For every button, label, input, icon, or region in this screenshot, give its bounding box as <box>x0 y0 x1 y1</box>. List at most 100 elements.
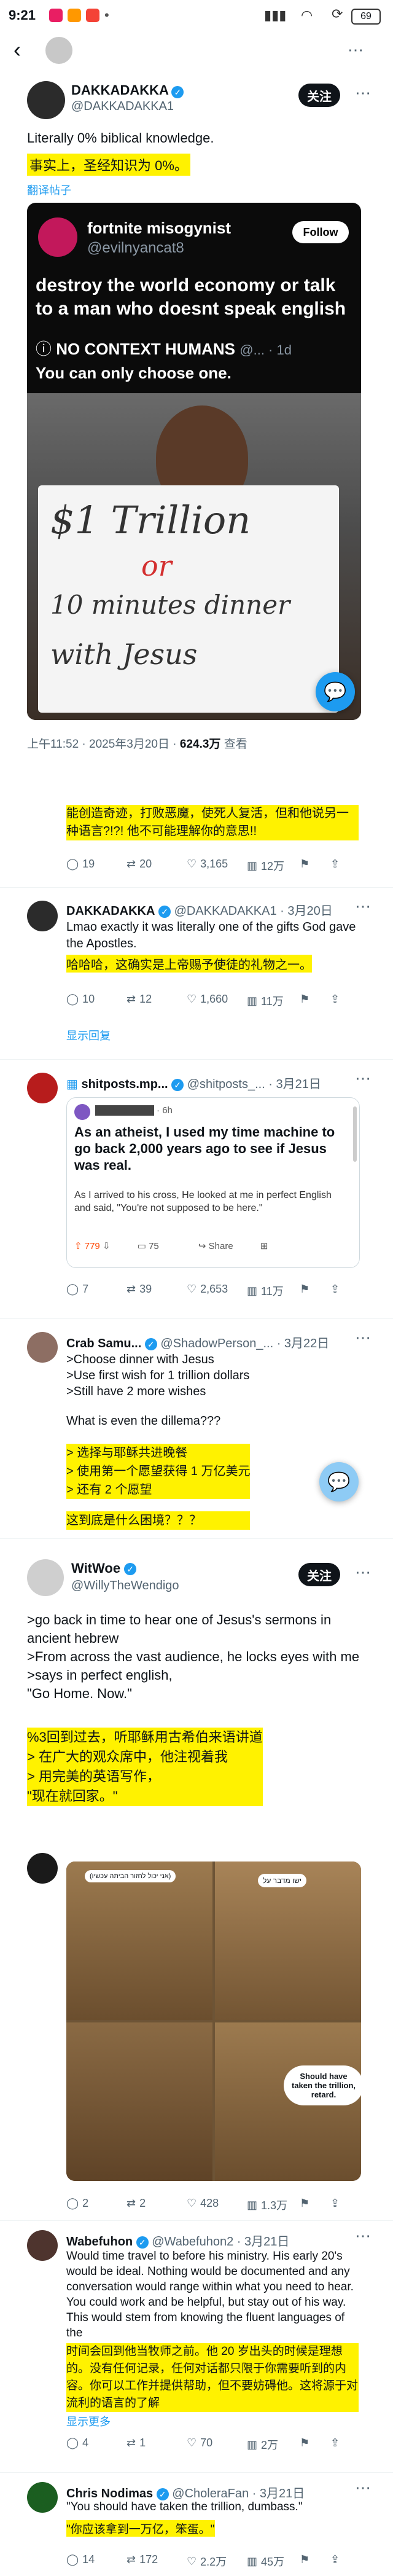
author-name[interactable]: DAKKADAKKA <box>71 82 169 98</box>
bookmark-icon[interactable]: ⚑ <box>300 2437 309 2449</box>
like-button[interactable]: ♡ 70 <box>187 2437 212 2449</box>
card-avatar <box>74 1104 90 1120</box>
share-icon[interactable]: ⇪ <box>330 2437 340 2449</box>
avatar[interactable] <box>27 1332 58 1363</box>
bookmark-icon[interactable]: ⚑ <box>300 2553 309 2566</box>
repost-button[interactable]: ⇄ 172 <box>126 2553 158 2566</box>
reply-button[interactable]: ◯ 2 <box>66 2197 88 2210</box>
share-icon[interactable]: ⇪ <box>330 2197 340 2210</box>
reply-text: "You should have taken the trillion, dum… <box>66 2500 303 2513</box>
reply-more-icon[interactable]: ⋯ <box>355 2478 372 2497</box>
repost-button[interactable]: ⇄ 20 <box>126 858 152 871</box>
heart-icon: ♡ <box>187 858 197 870</box>
text-line: >Still have 2 more wishes <box>66 1385 206 1398</box>
views-button[interactable]: ▥ 45万 <box>247 2553 284 2569</box>
reply-name[interactable]: Chris Nodimas <box>66 2487 153 2500</box>
repost-button[interactable]: ⇄ 39 <box>126 1283 152 1296</box>
embedded-quote-row: ⓘ NO CONTEXT HUMANS @... · 1d <box>36 337 292 359</box>
like-button[interactable]: ♡ 428 <box>187 2197 219 2210</box>
reply-header: DAKKADAKKA ✓ @DAKKADAKKA1 · 3月20日 <box>66 901 333 918</box>
views-button[interactable]: ▥ 11万 <box>247 1283 284 1299</box>
author-handle[interactable]: @DAKKADAKKA1 <box>71 100 174 114</box>
reply-button[interactable]: ◯ 7 <box>66 1283 88 1296</box>
reply-name[interactable]: shitposts.mp... <box>81 1078 168 1091</box>
show-replies-link[interactable]: 显示回复 <box>66 1027 111 1043</box>
comic-panel-4: Should have taken the trillion, retard. <box>215 2022 361 2181</box>
reply-more-icon[interactable]: ⋯ <box>355 897 372 916</box>
avatar[interactable] <box>27 2230 58 2261</box>
author-avatar[interactable] <box>27 81 65 119</box>
reply-button[interactable]: ◯ 4 <box>66 2437 88 2449</box>
reply-more-icon[interactable]: ⋯ <box>355 2226 372 2245</box>
reply-name[interactable]: Crab Samu... <box>66 1337 141 1350</box>
repost-button[interactable]: ⇄ 12 <box>126 993 152 1006</box>
card-source-row: ScienceHorror · 6h <box>95 1105 173 1116</box>
reply-name[interactable]: Wabefuhon <box>66 2235 133 2249</box>
embedded-follow-button: Follow <box>292 221 349 243</box>
like-button[interactable]: ♡ 3,165 <box>187 858 228 871</box>
status-bar: 9:21 • ▮▮▮ ◠ ⟳ 69 <box>0 0 393 32</box>
reply-name[interactable]: DAKKADAKKA <box>66 904 155 918</box>
comic-image[interactable]: (אני יכול לחזור הביתה עכשיו) ישו מדבר על… <box>66 1862 361 2181</box>
reply-more-icon[interactable]: ⋯ <box>355 1069 372 1088</box>
board-line-3: 10 minutes dinner <box>50 590 290 620</box>
verified-badge-icon: ✓ <box>144 1337 157 1350</box>
like-button[interactable]: ♡ 1,660 <box>187 993 228 1006</box>
avatar[interactable] <box>27 1559 64 1596</box>
views-button[interactable]: ▥ 12万 <box>247 858 284 874</box>
like-count: 428 <box>200 2197 219 2209</box>
follow-button[interactable]: 关注 <box>298 84 340 107</box>
like-button[interactable]: ♡ 2,653 <box>187 1283 228 1296</box>
repost-count: 1 <box>139 2437 146 2449</box>
bookmark-icon[interactable]: ⚑ <box>300 1283 309 1296</box>
share-icon[interactable]: ⇪ <box>330 858 340 871</box>
back-arrow-icon[interactable]: ‹ <box>14 37 21 63</box>
like-count: 2.2万 <box>200 2556 227 2568</box>
views-button[interactable]: ▥ 2万 <box>247 2437 278 2453</box>
reply-count: 14 <box>82 2553 95 2566</box>
share-icon[interactable]: ⇪ <box>330 1283 340 1296</box>
tweet-views: 624.3万 <box>179 738 221 751</box>
chat-fab-icon[interactable]: 💬 <box>316 672 355 711</box>
bookmark-icon[interactable]: ⚑ <box>300 2197 309 2210</box>
chat-fab-icon[interactable]: 💬 <box>319 1462 359 1501</box>
signal-icon: ▮▮▮ <box>264 7 287 23</box>
repost-count: 39 <box>139 1283 152 1295</box>
avatar[interactable] <box>27 901 58 931</box>
share-icon[interactable]: ⇪ <box>330 2553 340 2566</box>
board-line-4: with Jesus <box>50 638 198 671</box>
text-line: >says in perfect english, <box>27 1667 173 1683</box>
repost-button[interactable]: ⇄ 1 <box>126 2437 146 2449</box>
reply-more-icon[interactable]: ⋯ <box>355 1563 372 1582</box>
views-button[interactable]: ▥ 11万 <box>247 993 284 1009</box>
tweet-more-icon[interactable]: ⋯ <box>355 84 372 103</box>
views-button[interactable]: ▥ 1.3万 <box>247 2197 287 2213</box>
reply-header: Chris Nodimas ✓ @CholeraFan · 3月21日 <box>66 2483 305 2501</box>
tweet-media[interactable]: fortnite misogynist @evilnyancat8 Follow… <box>27 203 361 720</box>
header-avatar[interactable] <box>45 37 72 64</box>
heart-icon: ♡ <box>187 2437 197 2449</box>
avatar[interactable] <box>27 1073 58 1103</box>
share-arrow-icon: ↪ <box>198 1241 206 1251</box>
repost-count: 2 <box>139 2197 146 2209</box>
avatar[interactable] <box>27 1853 58 1884</box>
avatar[interactable] <box>27 2482 58 2513</box>
tweet-views-suffix: 查看 <box>220 738 247 751</box>
reply-more-icon[interactable]: ⋯ <box>355 1328 372 1347</box>
reply-button[interactable]: ◯ 14 <box>66 2553 95 2566</box>
like-button[interactable]: ♡ 2.2万 <box>187 2553 227 2569</box>
repost-button[interactable]: ⇄ 2 <box>126 2197 146 2210</box>
follow-button[interactable]: 关注 <box>298 1563 340 1586</box>
show-more-link[interactable]: 显示更多 <box>66 2413 111 2429</box>
bookmark-icon[interactable]: ⚑ <box>300 858 309 871</box>
translate-link[interactable]: 翻译帖子 <box>27 182 71 198</box>
reply-button[interactable]: ◯ 19 <box>66 858 95 871</box>
bookmark-icon[interactable]: ⚑ <box>300 993 309 1006</box>
reply-name[interactable]: WitWoe <box>71 1560 120 1576</box>
reply-button[interactable]: ◯ 10 <box>66 993 95 1006</box>
embedded-reddit-card[interactable]: ScienceHorror · 6h As an atheist, I used… <box>66 1097 360 1268</box>
more-options-icon[interactable]: ⋯ <box>348 41 364 60</box>
share-icon[interactable]: ⇪ <box>330 993 340 1006</box>
divider <box>0 887 393 888</box>
embedded-handle: @evilnyancat8 <box>87 240 184 256</box>
